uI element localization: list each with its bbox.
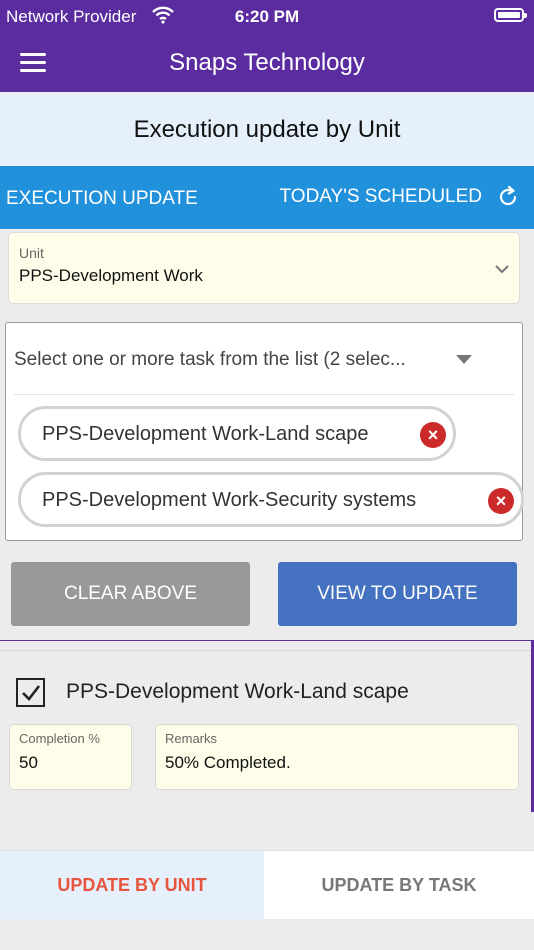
task-chip: PPS-Development Work-Security systems × xyxy=(18,472,524,527)
task-item-title: PPS-Development Work-Land scape xyxy=(66,680,409,703)
unit-select[interactable]: Unit PPS-Development Work xyxy=(8,232,520,304)
task-select-placeholder[interactable]: Select one or more task from the list (2… xyxy=(14,349,406,371)
dropdown-caret-icon[interactable] xyxy=(456,355,472,364)
unit-value: PPS-Development Work xyxy=(19,266,203,285)
tab-todays-scheduled[interactable]: TODAY'S SCHEDULED xyxy=(280,186,482,208)
battery-icon xyxy=(494,8,527,22)
completion-field[interactable]: Completion % 50 xyxy=(9,724,132,790)
tab-update-by-unit[interactable]: UPDATE BY UNIT xyxy=(0,851,264,919)
remove-chip-icon[interactable]: × xyxy=(420,422,446,448)
tab-execution-update[interactable]: EXECUTION UPDATE xyxy=(6,188,198,210)
refresh-icon[interactable] xyxy=(496,185,520,209)
remarks-field[interactable]: Remarks 50% Completed. xyxy=(155,724,519,790)
clock: 6:20 PM xyxy=(234,7,300,26)
task-chip-label: PPS-Development Work-Land scape xyxy=(42,423,369,445)
completion-label: Completion % xyxy=(19,731,100,746)
checkmark-icon xyxy=(22,685,41,701)
app-title: Snaps Technology xyxy=(169,49,365,76)
task-chip-label: PPS-Development Work-Security systems xyxy=(42,489,417,511)
unit-label: Unit xyxy=(19,245,44,261)
remarks-label: Remarks xyxy=(165,731,218,746)
remarks-value: 50% Completed. xyxy=(165,753,291,772)
page-title: Execution update by Unit xyxy=(0,94,534,166)
divider xyxy=(14,394,514,395)
clear-above-button[interactable]: CLEAR ABOVE xyxy=(11,562,250,626)
chevron-down-icon xyxy=(494,261,510,274)
task-chip: PPS-Development Work-Land scape × xyxy=(18,406,456,461)
task-checkbox[interactable] xyxy=(16,678,45,707)
app-bar: Snaps Technology xyxy=(0,34,534,92)
completion-value: 50 xyxy=(19,753,38,772)
bottom-tab-bar: UPDATE BY UNIT UPDATE BY TASK xyxy=(0,850,534,919)
tabs-bar: EXECUTION UPDATE TODAY'S SCHEDULED xyxy=(0,166,534,229)
status-bar: Network Provider 6:20 PM xyxy=(0,0,534,34)
section-divider xyxy=(0,650,534,651)
section-divider xyxy=(0,640,534,641)
tab-update-by-task[interactable]: UPDATE BY TASK xyxy=(264,851,534,919)
remove-chip-icon[interactable]: × xyxy=(488,488,514,514)
view-to-update-button[interactable]: VIEW TO UPDATE xyxy=(278,562,517,626)
